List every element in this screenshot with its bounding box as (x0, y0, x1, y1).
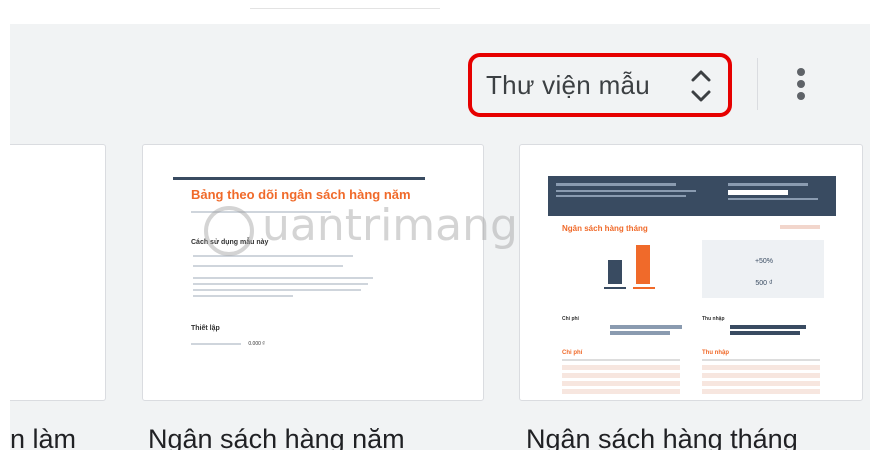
unfold-icon (691, 70, 711, 102)
preview-heading: Ngân sách hàng tháng (562, 224, 648, 233)
template-title-1: n làm (10, 424, 77, 450)
more-vert-icon-dot (797, 80, 805, 88)
doc-section-how: Cách sử dụng mẫu này (191, 239, 269, 246)
preview-section-income-2: Thu nhập (702, 350, 729, 356)
template-card-1[interactable] (10, 144, 106, 401)
more-options-button[interactable] (786, 62, 816, 106)
doc-line (193, 295, 293, 297)
doc-header-bar (173, 177, 425, 180)
template-title-monthly-budget: Ngân sách hàng tháng (526, 424, 798, 450)
template-card-monthly-budget[interactable]: Ngân sách hàng tháng +50% 500 ₫ Chi phí … (519, 144, 863, 401)
more-vert-icon-dot (797, 92, 805, 100)
doc-line (193, 283, 368, 285)
template-title-annual-budget: Ngân sách hàng năm (148, 424, 405, 450)
preview-section-expense: Chi phí (562, 316, 580, 322)
doc-line (193, 255, 353, 257)
doc-start-balance: 0.000 ₫ (191, 341, 265, 347)
monthly-budget-preview: Ngân sách hàng tháng +50% 500 ₫ Chi phí … (548, 176, 836, 394)
doc-line (193, 265, 343, 267)
doc-start-balance-value: 0.000 ₫ (248, 341, 265, 347)
preview-section-income: Thu nhập (702, 316, 725, 322)
top-strip (0, 0, 870, 24)
template-gallery-label: Thư viện mẫu (486, 69, 651, 100)
doc-heading: Bảng theo dõi ngân sách hàng năm (191, 187, 411, 202)
template-card-annual-budget[interactable]: Bảng theo dõi ngân sách hàng năm Cách sử… (142, 144, 484, 401)
doc-line (191, 342, 241, 345)
more-vert-icon-dot (797, 68, 805, 76)
top-divider (250, 8, 440, 9)
toolbar-separator (757, 58, 758, 110)
doc-line (193, 277, 373, 279)
doc-subtitle-line (191, 211, 331, 213)
preview-stat-1: +50% (755, 258, 773, 265)
doc-section-setup: Thiết lập (191, 325, 220, 332)
template-gallery-select[interactable]: Thư viện mẫu (468, 53, 732, 117)
preview-section-expense-2: Chi phí (562, 350, 583, 356)
doc-line (193, 289, 361, 291)
preview-stat-2: 500 ₫ (755, 280, 773, 287)
